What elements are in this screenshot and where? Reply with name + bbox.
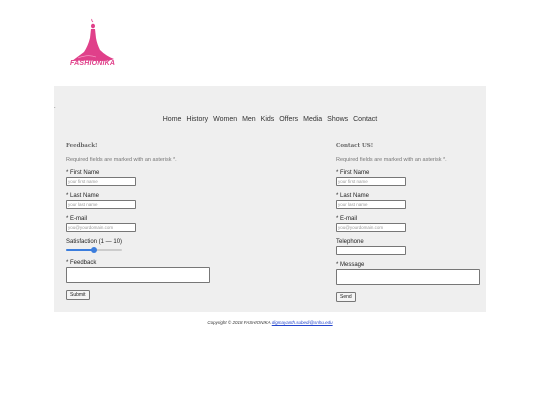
nav-item-media[interactable]: Media	[303, 116, 322, 123]
submit-button[interactable]: Submit	[66, 290, 90, 300]
contact-telephone-input[interactable]	[336, 246, 406, 255]
contact-required-note: Required fields are marked with an aster…	[336, 157, 447, 163]
footer-copyright: Copyright © 2018 FASHIONIKA	[207, 320, 271, 325]
feedback-last-name-label: * Last Name	[66, 193, 100, 199]
contact-telephone-label: Telephone	[336, 239, 364, 245]
satisfaction-label: Satisfaction (1 — 10)	[66, 239, 123, 245]
nav-item-contact[interactable]: Contact	[353, 116, 377, 123]
contact-first-name-label: * First Name	[336, 170, 370, 176]
feedback-textarea[interactable]	[66, 267, 210, 283]
slider-fill	[66, 249, 94, 251]
feedback-first-name-label: * First Name	[66, 170, 100, 176]
nav-item-offers[interactable]: Offers	[279, 116, 298, 123]
contact-message-label: * Message	[336, 262, 365, 268]
contact-title: Contact US!	[336, 143, 374, 149]
nav-item-home[interactable]: Home	[163, 116, 182, 123]
nav-item-shows[interactable]: Shows	[327, 116, 348, 123]
contact-form: Contact US! Required fields are marked w…	[336, 143, 506, 303]
stray-dot: .	[54, 104, 56, 110]
main-nav: Home History Women Men Kids Offers Media…	[54, 116, 486, 123]
footer: Copyright © 2018 FASHIONIKA digmayanth.s…	[0, 320, 540, 325]
contact-email-label: * E-mail	[336, 216, 358, 222]
feedback-last-name-input[interactable]: your last name	[66, 200, 136, 209]
footer-email-link[interactable]: digmayanth.subedi@snhu.edu	[272, 320, 333, 325]
nav-item-men[interactable]: Men	[242, 116, 256, 123]
feedback-email-label: * E-mail	[66, 216, 88, 222]
feedback-form: Feedback! Required fields are marked wit…	[66, 143, 236, 301]
nav-item-kids[interactable]: Kids	[261, 116, 275, 123]
feedback-title: Feedback!	[66, 143, 98, 149]
satisfaction-slider[interactable]	[66, 247, 122, 253]
contact-message-textarea[interactable]	[336, 269, 480, 285]
contact-first-name-input[interactable]: your first name	[336, 177, 406, 186]
feedback-first-name-input[interactable]: your first name	[66, 177, 136, 186]
nav-item-history[interactable]: History	[186, 116, 208, 123]
brand-name: FASHIONIKA	[70, 60, 116, 67]
feedback-email-input[interactable]: you@yourdomain.com	[66, 223, 136, 232]
contact-last-name-label: * Last Name	[336, 193, 370, 199]
contact-last-name-input[interactable]: your last name	[336, 200, 406, 209]
send-button[interactable]: Send	[336, 292, 356, 302]
nav-item-women[interactable]: Women	[213, 116, 237, 123]
content-panel: . Home History Women Men Kids Offers Med…	[54, 86, 486, 312]
contact-email-input[interactable]: you@yourdomain.com	[336, 223, 406, 232]
feedback-required-note: Required fields are marked with an aster…	[66, 157, 177, 163]
slider-thumb[interactable]	[91, 247, 97, 253]
feedback-message-label: * Feedback	[66, 260, 97, 266]
